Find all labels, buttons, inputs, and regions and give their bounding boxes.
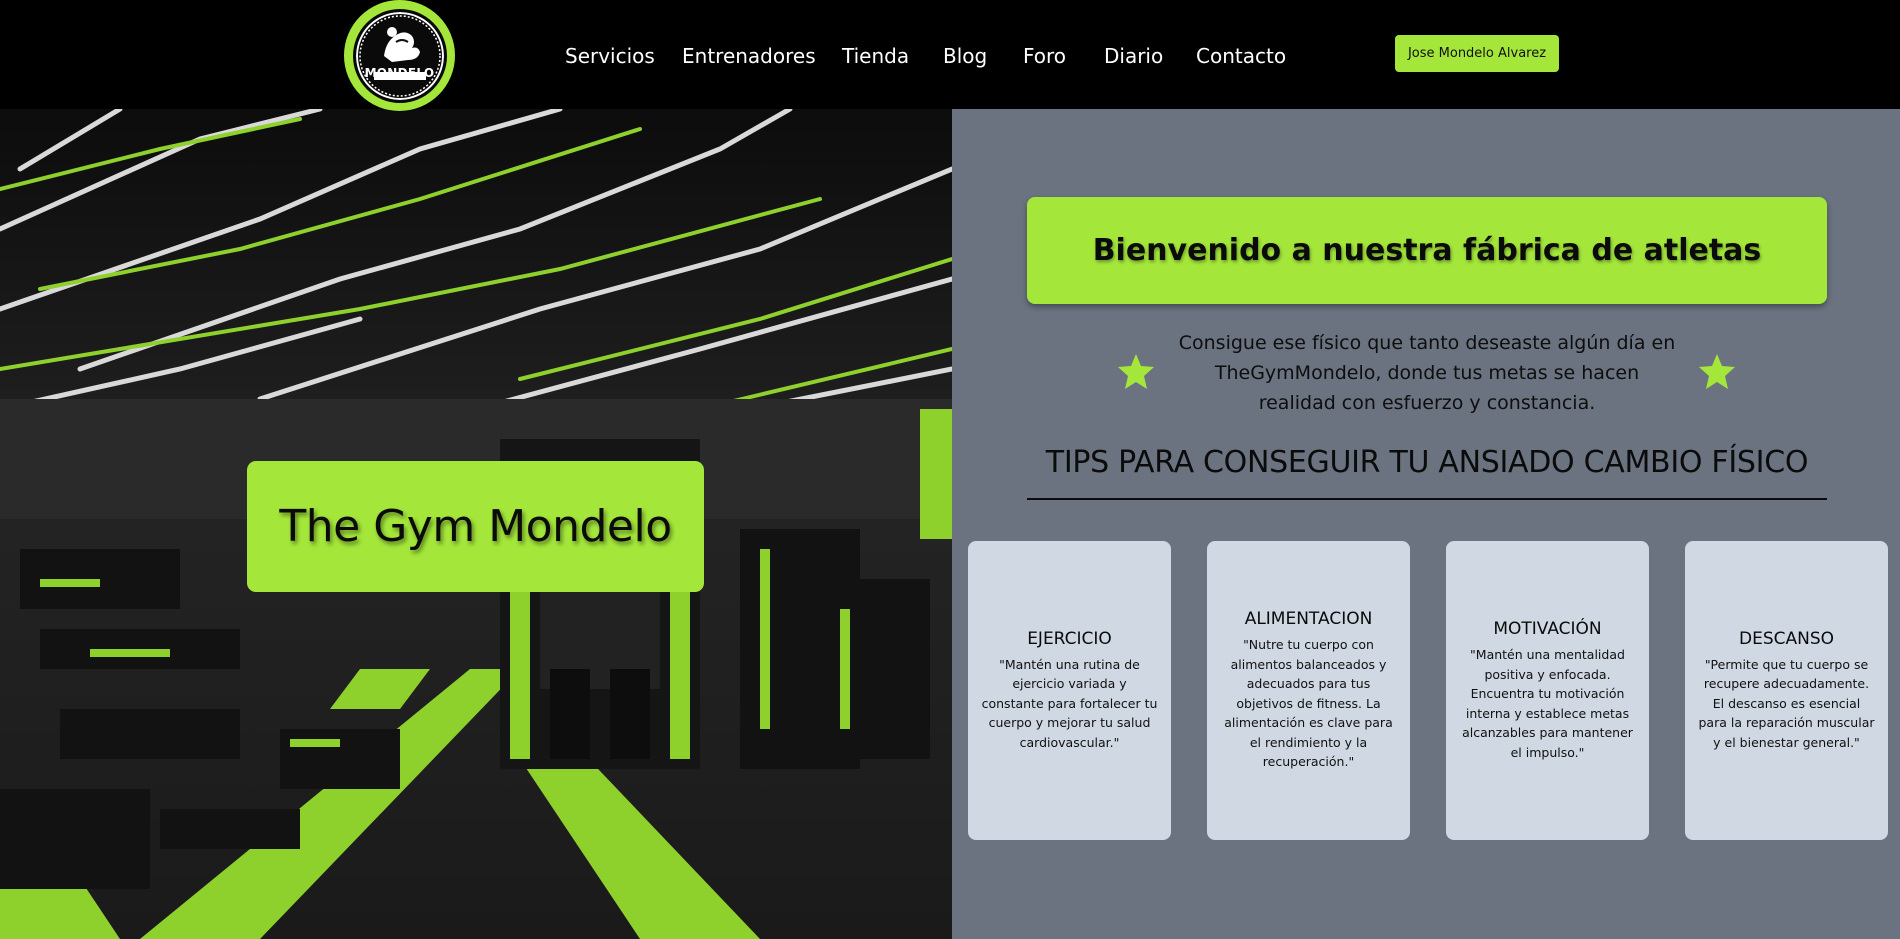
tip-card-title: ALIMENTACION [1244, 609, 1373, 630]
tip-card-text: "Mantén una mentalidad positiva y enfoca… [1462, 647, 1633, 760]
info-panel: Bienvenido a nuestra fábrica de atletas … [952, 109, 1900, 939]
welcome-heading: Bienvenido a nuestra fábrica de atletas [1092, 233, 1762, 268]
tip-card-text: "Nutre tu cuerpo con alimentos balancead… [1224, 637, 1393, 770]
tips-divider [1027, 498, 1827, 500]
user-account-button[interactable]: Jose Mondelo Alvarez [1395, 35, 1559, 72]
tip-card-descanso: DESCANSO "Permite que tu cuerpo se recup… [1685, 541, 1888, 840]
intro-text: Consigue ese físico que tanto deseaste a… [1178, 332, 1676, 414]
tips-heading: TIPS PARA CONSEGUIR TU ANSIADO CAMBIO FÍ… [1045, 445, 1809, 480]
hero-title: The Gym Mondelo [279, 501, 672, 552]
nav-item-diario[interactable]: Diario [1104, 44, 1163, 68]
site-logo[interactable]: MONDELO [344, 0, 455, 111]
tip-card-motivacion: MOTIVACIÓN "Mantén una mentalidad positi… [1446, 541, 1649, 840]
nav-item-tienda[interactable]: Tienda [842, 44, 909, 68]
star-icon [1118, 354, 1154, 389]
nav-item-servicios[interactable]: Servicios [565, 44, 655, 68]
site-header: MONDELO Servicios Entrenadores Tienda Bl… [0, 0, 1900, 111]
tip-card-title: EJERCICIO [1027, 628, 1112, 649]
tip-card-text: "Permite que tu cuerpo se recupere adecu… [1698, 656, 1875, 750]
hero-section: The Gym Mondelo [0, 109, 952, 939]
nav-item-blog[interactable]: Blog [943, 44, 987, 68]
flexing-athlete-icon [358, 14, 441, 97]
tip-card-text: "Mantén una rutina de ejercicio variada … [981, 656, 1158, 750]
tip-card-title: MOTIVACIÓN [1493, 619, 1602, 639]
nav-item-entrenadores[interactable]: Entrenadores [682, 44, 816, 68]
star-icon [1699, 354, 1735, 389]
tip-card-ejercicio: EJERCICIO "Mantén una rutina de ejercici… [968, 541, 1171, 840]
hero-title-card: The Gym Mondelo [247, 461, 704, 592]
nav-item-foro[interactable]: Foro [1023, 44, 1066, 68]
logo-text: MONDELO [364, 65, 435, 80]
tip-card-alimentacion: ALIMENTACION "Nutre tu cuerpo con alimen… [1207, 541, 1410, 840]
nav-item-contacto[interactable]: Contacto [1196, 44, 1286, 68]
tip-card-title: DESCANSO [1738, 628, 1834, 649]
welcome-banner: Bienvenido a nuestra fábrica de atletas [1027, 197, 1827, 304]
logo-emblem-icon: MONDELO [352, 8, 447, 103]
